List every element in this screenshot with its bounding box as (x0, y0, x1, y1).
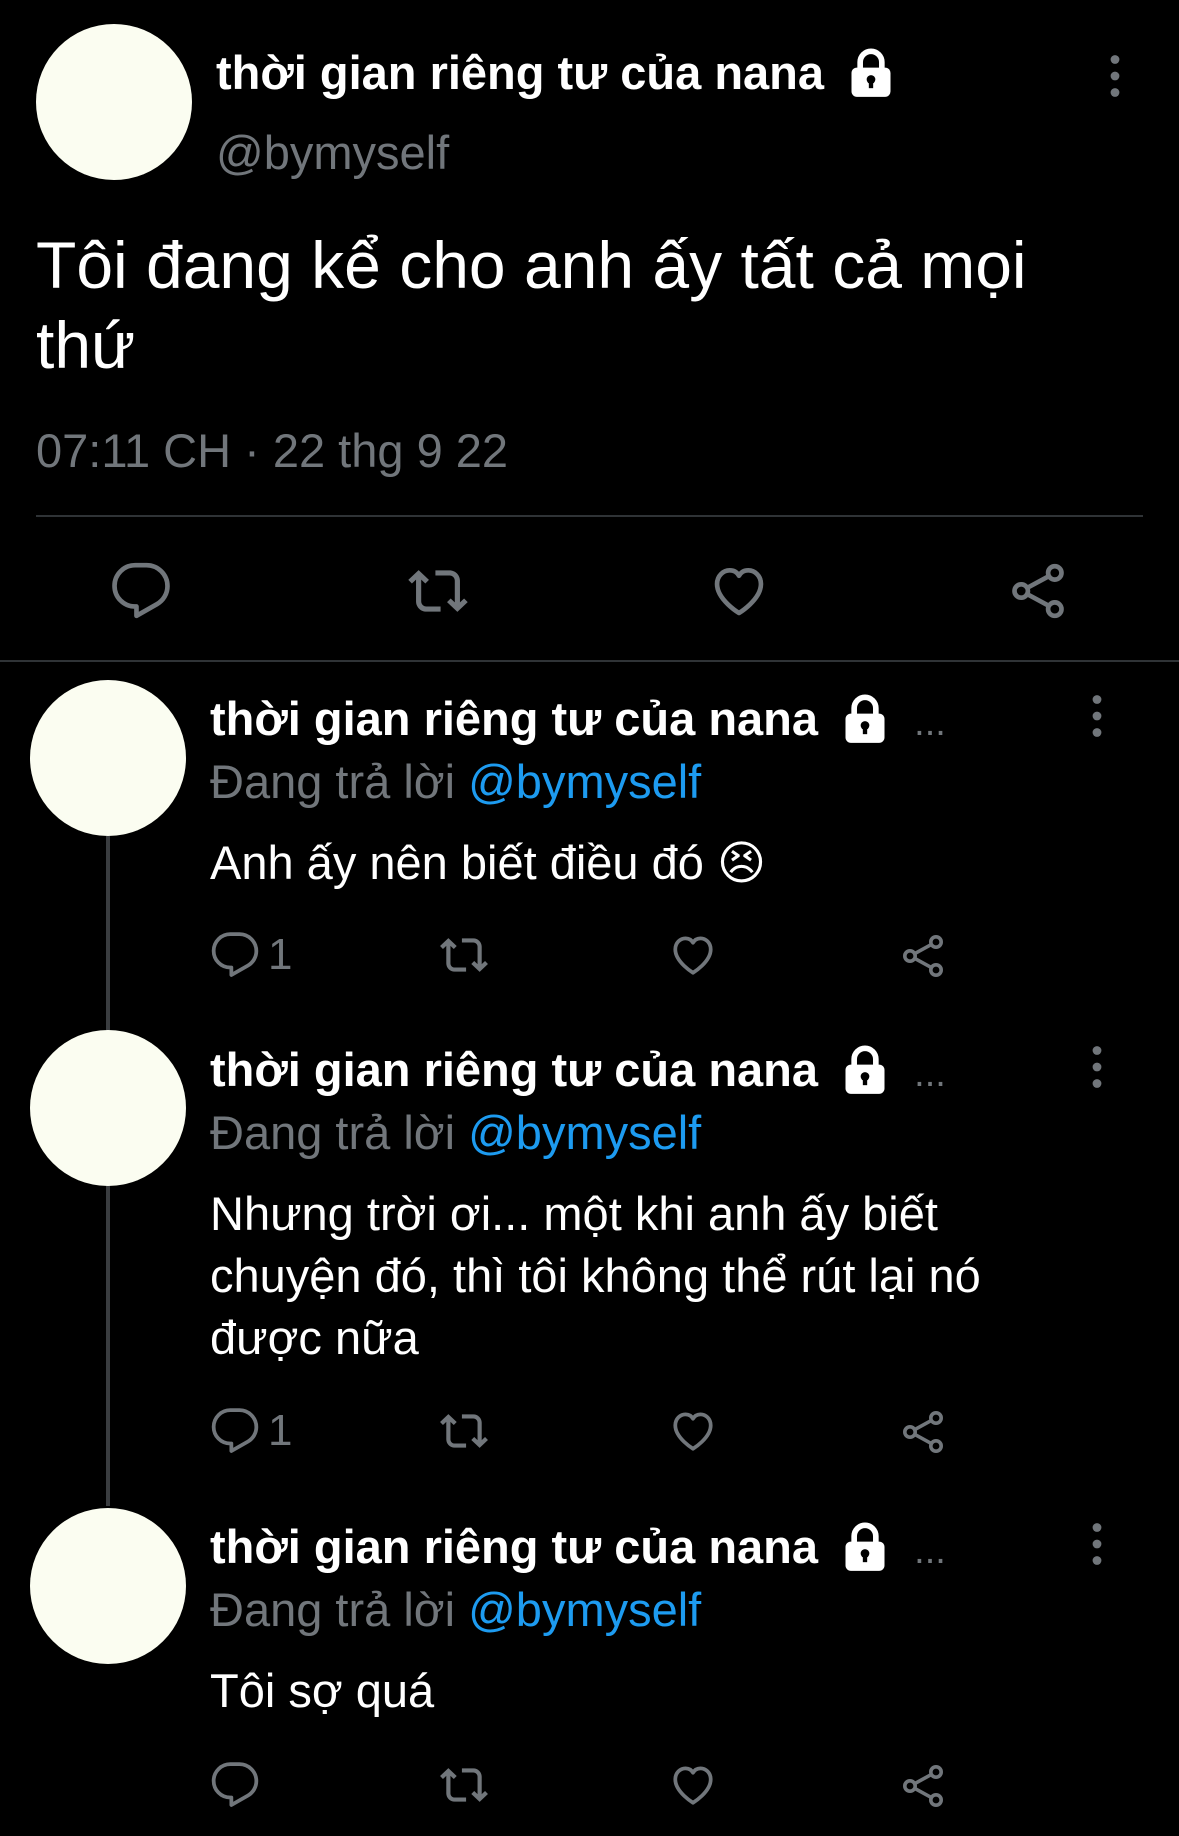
replying-to: Đang trả lời @bymyself (210, 1581, 701, 1639)
name-truncation: ... (914, 1530, 946, 1572)
divider (36, 515, 1143, 517)
reply-count: 1 (268, 1406, 293, 1455)
tweet-timestamp[interactable]: 07:11 CH · 22 thg 9 22 (36, 422, 508, 480)
share-button[interactable] (899, 1406, 947, 1458)
author-name[interactable]: thời gian riêng tư của nana ... (210, 1041, 946, 1103)
share-button[interactable] (899, 1760, 947, 1812)
author-name-text: thời gian riêng tư của nana (210, 692, 819, 745)
reply-icon (110, 560, 172, 622)
heart-icon (708, 560, 770, 622)
like-button[interactable] (668, 1406, 718, 1456)
reply-button[interactable] (110, 560, 172, 622)
avatar[interactable] (36, 24, 192, 180)
lock-icon (839, 1521, 891, 1573)
name-truncation: ... (914, 702, 946, 744)
share-icon (899, 1760, 947, 1812)
author-name[interactable]: thời gian riêng tư của nana ... (210, 690, 946, 752)
retweet-button[interactable] (436, 930, 492, 980)
divider (0, 660, 1179, 662)
retweet-icon (436, 1760, 492, 1810)
more-vertical-icon[interactable] (1091, 1045, 1103, 1089)
reply-icon (210, 1406, 260, 1456)
retweet-button[interactable] (436, 1760, 492, 1810)
tweet-text: Tôi đang kể cho anh ấy tất cả mọi thứ (36, 228, 1027, 382)
mention-link[interactable]: @bymyself (468, 1106, 701, 1159)
more-vertical-icon[interactable] (1091, 1522, 1103, 1566)
like-button[interactable] (668, 1760, 718, 1810)
reply-count: 1 (268, 930, 293, 979)
lock-icon (839, 693, 891, 745)
mention-link[interactable]: @bymyself (468, 755, 701, 808)
tweet-text: Nhưng trời ơi... một khi anh ấy biết chu… (210, 1187, 981, 1364)
retweet-button[interactable] (404, 560, 472, 622)
tweet-text: Tôi sợ quá (210, 1664, 435, 1717)
replying-to: Đang trả lời @bymyself (210, 753, 701, 811)
author-name-text: thời gian riêng tư của nana (210, 1043, 819, 1096)
like-button[interactable] (708, 560, 770, 622)
tweet-text: Anh ấy nên biết điều đó 😣 (210, 836, 766, 889)
like-button[interactable] (668, 930, 718, 980)
reply-icon (210, 930, 260, 980)
reply-button[interactable]: 1 (210, 930, 292, 980)
replying-prefix: Đang trả lời (210, 1106, 456, 1159)
share-button[interactable] (1007, 558, 1069, 624)
replying-to: Đang trả lời @bymyself (210, 1104, 701, 1162)
more-vertical-icon[interactable] (1091, 694, 1103, 738)
share-icon (899, 930, 947, 982)
replying-prefix: Đang trả lời (210, 1583, 456, 1636)
lock-icon (839, 1044, 891, 1096)
lock-icon (845, 47, 897, 99)
heart-icon (668, 930, 718, 980)
retweet-icon (404, 560, 472, 622)
author-handle[interactable]: @bymyself (216, 124, 449, 182)
retweet-button[interactable] (436, 1406, 492, 1456)
author-name[interactable]: thời gian riêng tư của nana ... (210, 1518, 946, 1580)
reply-icon (210, 1760, 260, 1810)
reply-button[interactable] (210, 1760, 260, 1810)
share-button[interactable] (899, 930, 947, 982)
more-vertical-icon[interactable] (1109, 54, 1121, 98)
share-icon (1007, 558, 1069, 624)
avatar[interactable] (30, 1030, 186, 1186)
author-name-text: thời gian riêng tư của nana (216, 46, 825, 99)
retweet-icon (436, 1406, 492, 1456)
heart-icon (668, 1406, 718, 1456)
reply-button[interactable]: 1 (210, 1406, 292, 1456)
retweet-icon (436, 930, 492, 980)
avatar[interactable] (30, 680, 186, 836)
mention-link[interactable]: @bymyself (468, 1583, 701, 1636)
author-name[interactable]: thời gian riêng tư của nana (216, 44, 897, 102)
author-name-text: thời gian riêng tư của nana (210, 1520, 819, 1573)
name-truncation: ... (914, 1053, 946, 1095)
share-icon (899, 1406, 947, 1458)
heart-icon (668, 1760, 718, 1810)
avatar[interactable] (30, 1508, 186, 1664)
replying-prefix: Đang trả lời (210, 755, 456, 808)
